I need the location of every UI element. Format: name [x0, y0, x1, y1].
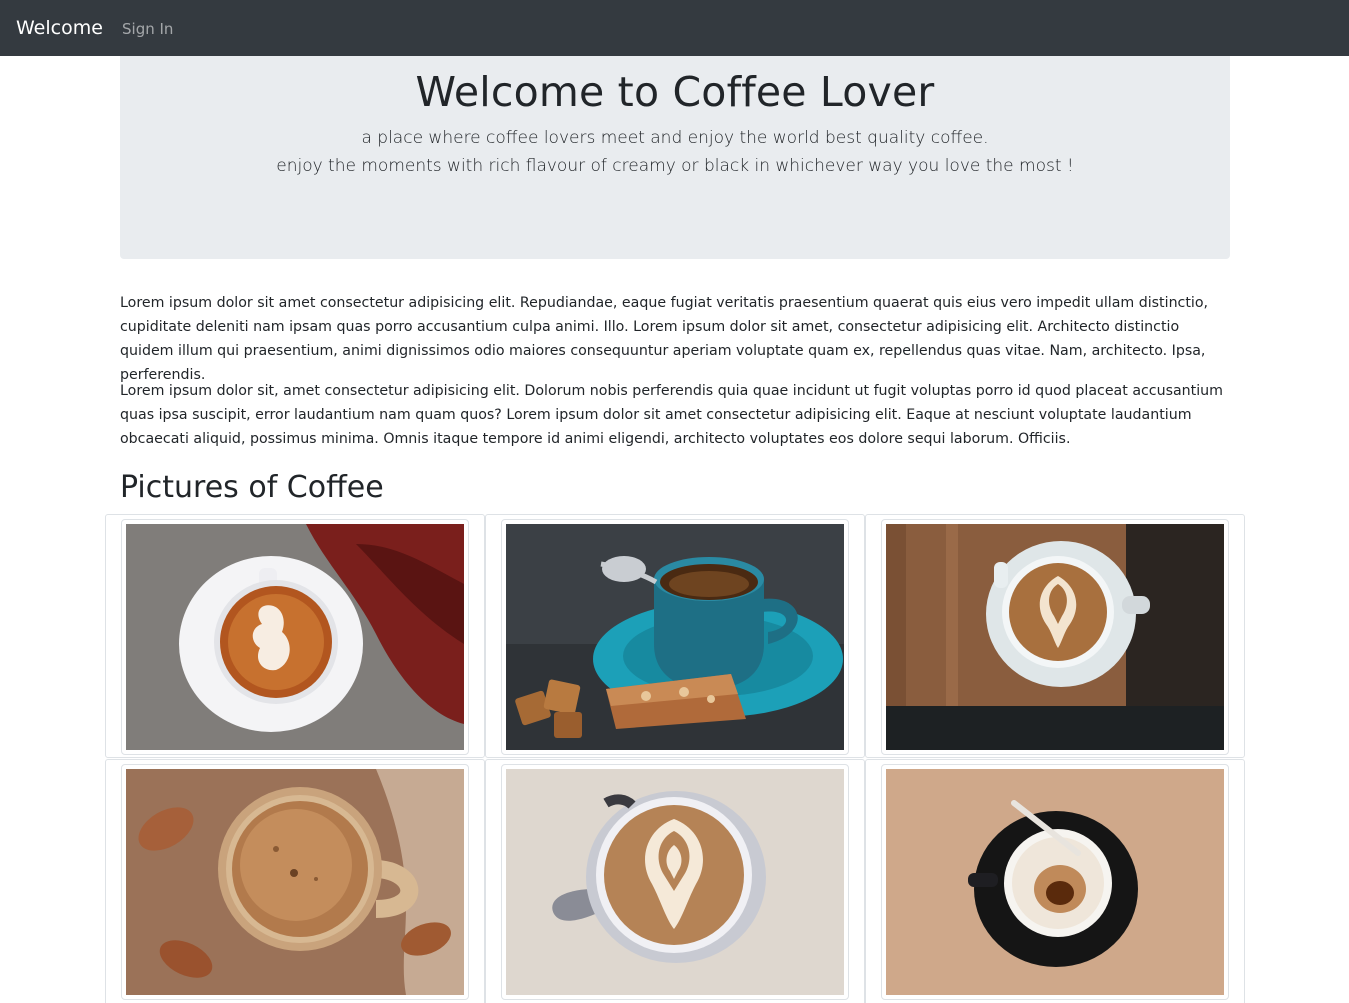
coffee-photo[interactable]: [506, 769, 844, 995]
gallery-title: Pictures of Coffee: [120, 470, 384, 505]
gallery-card: [485, 514, 865, 758]
gallery-card: [485, 759, 865, 1003]
photo-frame: [121, 764, 469, 1000]
photo-frame: [881, 764, 1229, 1000]
hero-lead-line: enjoy the moments with rich flavour of c…: [276, 156, 1074, 176]
photo-frame: [121, 519, 469, 755]
gallery-card: [865, 759, 1245, 1003]
gallery-card: [865, 514, 1245, 758]
hero-title: Welcome to Coffee Lover: [415, 68, 935, 116]
nav-link-sign-in[interactable]: Sign In: [122, 18, 173, 40]
hero-lead-line: a place where coffee lovers meet and enj…: [361, 128, 989, 148]
photo-frame: [501, 764, 849, 1000]
photo-frame: [501, 519, 849, 755]
navbar: Welcome Sign In: [0, 0, 1349, 56]
coffee-photo[interactable]: [886, 524, 1224, 750]
intro-paragraph: Lorem ipsum dolor sit, amet consectetur …: [120, 383, 1223, 447]
coffee-photo[interactable]: [886, 769, 1224, 995]
hero-jumbotron: Welcome to Coffee Lover a place where co…: [120, 56, 1230, 259]
coffee-photo[interactable]: [506, 524, 844, 750]
coffee-photo[interactable]: [126, 524, 464, 750]
intro-paragraph: Lorem ipsum dolor sit amet consectetur a…: [120, 295, 1209, 383]
gallery-card: [105, 759, 485, 1003]
photo-frame: [881, 519, 1229, 755]
coffee-photo[interactable]: [126, 769, 464, 995]
gallery-card: [105, 514, 485, 758]
brand-link[interactable]: Welcome: [16, 15, 103, 41]
